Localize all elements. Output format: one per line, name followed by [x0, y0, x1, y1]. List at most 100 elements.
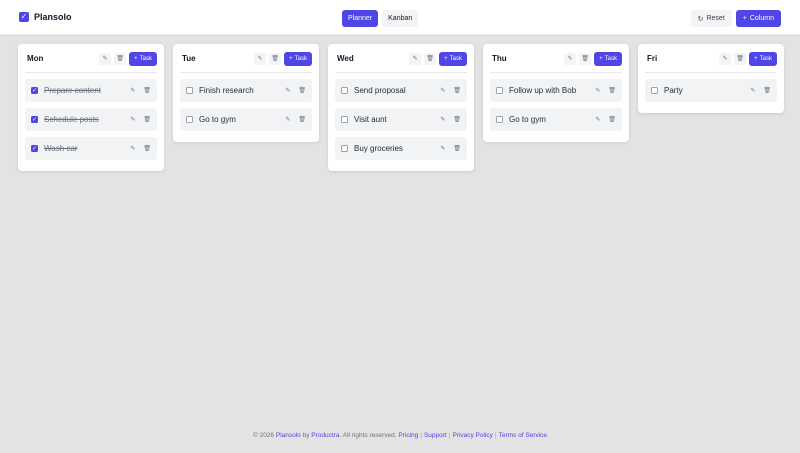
task-checkbox[interactable]	[496, 116, 503, 123]
task-label: Buy groceries	[354, 144, 403, 153]
pencil-icon[interactable]: ✎	[285, 87, 290, 94]
task-label: Send proposal	[354, 86, 406, 95]
trash-icon: 🗑	[116, 56, 124, 62]
task-item[interactable]: Finish research ✎ 🗑	[180, 79, 312, 102]
task-label: Follow up with Bob	[509, 86, 577, 95]
pencil-icon[interactable]: ✎	[440, 116, 445, 123]
task-actions: ✎ 🗑	[285, 87, 306, 94]
task-checkbox[interactable]	[496, 87, 503, 94]
tab-kanban[interactable]: Kanban	[382, 10, 419, 27]
add-task-button[interactable]: + Task	[439, 51, 467, 66]
plus-icon: +	[742, 15, 747, 22]
add-column-button[interactable]: + Column	[735, 10, 781, 27]
edit-column-button[interactable]: ✎	[409, 52, 422, 65]
pencil-icon[interactable]: ✎	[595, 116, 600, 123]
footer-link-support[interactable]: Support	[424, 432, 447, 439]
pencil-icon[interactable]: ✎	[130, 116, 135, 123]
column-title: Thu	[492, 54, 507, 63]
plus-icon: +	[754, 55, 758, 62]
edit-column-button[interactable]: ✎	[719, 52, 732, 65]
task-checkbox[interactable]	[341, 87, 348, 94]
footer-product-link[interactable]: Plansolo	[276, 432, 301, 439]
trash-icon[interactable]: 🗑	[608, 116, 616, 123]
task-checkbox[interactable]: ✓	[31, 116, 38, 123]
task-actions: ✎ 🗑	[130, 87, 151, 94]
column-title: Mon	[27, 54, 44, 63]
delete-column-button[interactable]: 🗑	[424, 52, 437, 65]
plus-icon: +	[289, 55, 293, 62]
pencil-icon[interactable]: ✎	[130, 145, 135, 152]
trash-icon[interactable]: 🗑	[298, 87, 306, 94]
task-actions: ✎ 🗑	[440, 87, 461, 94]
task-checkbox[interactable]	[186, 87, 193, 94]
pencil-icon[interactable]: ✎	[285, 116, 290, 123]
edit-column-button[interactable]: ✎	[564, 52, 577, 65]
reset-label: Reset	[706, 15, 725, 22]
delete-column-button[interactable]: 🗑	[734, 52, 747, 65]
delete-column-button[interactable]: 🗑	[114, 52, 127, 65]
pencil-icon[interactable]: ✎	[440, 87, 445, 94]
brand[interactable]: ✓ Plansolo	[19, 12, 72, 22]
task-item[interactable]: ✓ Wash car ✎ 🗑	[25, 137, 157, 160]
trash-icon: 🗑	[581, 56, 589, 62]
trash-icon[interactable]: 🗑	[143, 87, 151, 94]
task-checkbox[interactable]: ✓	[31, 145, 38, 152]
task-label: Wash car	[44, 144, 78, 153]
trash-icon[interactable]: 🗑	[298, 116, 306, 123]
pencil-icon[interactable]: ✎	[130, 87, 135, 94]
column-actions: ✎ 🗑 + Task	[409, 51, 467, 66]
add-task-button[interactable]: + Task	[129, 51, 157, 66]
trash-icon: 🗑	[736, 56, 744, 62]
footer-link-terms[interactable]: Terms of Service	[499, 432, 547, 439]
task-label: Finish research	[199, 86, 254, 95]
task-checkbox[interactable]: ✓	[31, 87, 38, 94]
delete-column-button[interactable]: 🗑	[579, 52, 592, 65]
trash-icon[interactable]: 🗑	[453, 116, 461, 123]
trash-icon: 🗑	[271, 56, 279, 62]
task-item[interactable]: Visit aunt ✎ 🗑	[335, 108, 467, 131]
task-item[interactable]: Go to gym ✎ 🗑	[180, 108, 312, 131]
trash-icon[interactable]: 🗑	[453, 87, 461, 94]
task-item[interactable]: ✓ Schedule posts ✎ 🗑	[25, 108, 157, 131]
add-task-button[interactable]: + Task	[594, 51, 622, 66]
app-name: Plansolo	[34, 12, 72, 22]
trash-icon[interactable]: 🗑	[143, 116, 151, 123]
task-checkbox[interactable]	[341, 116, 348, 123]
task-checkbox[interactable]	[651, 87, 658, 94]
edit-column-button[interactable]: ✎	[254, 52, 267, 65]
footer-link-privacy[interactable]: Privacy Policy	[452, 432, 492, 439]
column-header: Tue ✎ 🗑 + Task	[180, 51, 312, 73]
pencil-icon[interactable]: ✎	[595, 87, 600, 94]
task-checkbox[interactable]	[186, 116, 193, 123]
day-column-3: Thu ✎ 🗑 + Task Follow up with Bob ✎ 🗑 Go to gym ✎…	[483, 44, 629, 142]
task-item[interactable]: Go to gym ✎ 🗑	[490, 108, 622, 131]
pencil-icon[interactable]: ✎	[750, 87, 755, 94]
task-item[interactable]: ✓ Prepare content ✎ 🗑	[25, 79, 157, 102]
trash-icon: 🗑	[426, 56, 434, 62]
tab-planner[interactable]: Planner	[342, 10, 379, 27]
task-actions: ✎ 🗑	[595, 87, 616, 94]
column-header: Thu ✎ 🗑 + Task	[490, 51, 622, 73]
task-item[interactable]: Send proposal ✎ 🗑	[335, 79, 467, 102]
footer-separator: |	[448, 432, 451, 439]
footer-company-link[interactable]: Productra	[311, 432, 339, 439]
footer-link-pricing[interactable]: Pricing	[398, 432, 418, 439]
task-item[interactable]: Buy groceries ✎ 🗑	[335, 137, 467, 160]
pencil-icon[interactable]: ✎	[440, 145, 445, 152]
plus-icon: +	[599, 55, 603, 62]
task-item[interactable]: Party ✎ 🗑	[645, 79, 777, 102]
add-task-button[interactable]: + Task	[749, 51, 777, 66]
add-column-label: Column	[749, 15, 774, 22]
trash-icon[interactable]: 🗑	[143, 145, 151, 152]
add-task-button[interactable]: + Task	[284, 51, 312, 66]
task-item[interactable]: Follow up with Bob ✎ 🗑	[490, 79, 622, 102]
reset-button[interactable]: ↻ Reset	[690, 10, 732, 27]
trash-icon[interactable]: 🗑	[453, 145, 461, 152]
task-checkbox[interactable]	[341, 145, 348, 152]
delete-column-button[interactable]: 🗑	[269, 52, 282, 65]
edit-column-button[interactable]: ✎	[99, 52, 112, 65]
trash-icon[interactable]: 🗑	[608, 87, 616, 94]
trash-icon[interactable]: 🗑	[763, 87, 771, 94]
task-actions: ✎ 🗑	[595, 116, 616, 123]
pencil-icon: ✎	[412, 56, 418, 62]
